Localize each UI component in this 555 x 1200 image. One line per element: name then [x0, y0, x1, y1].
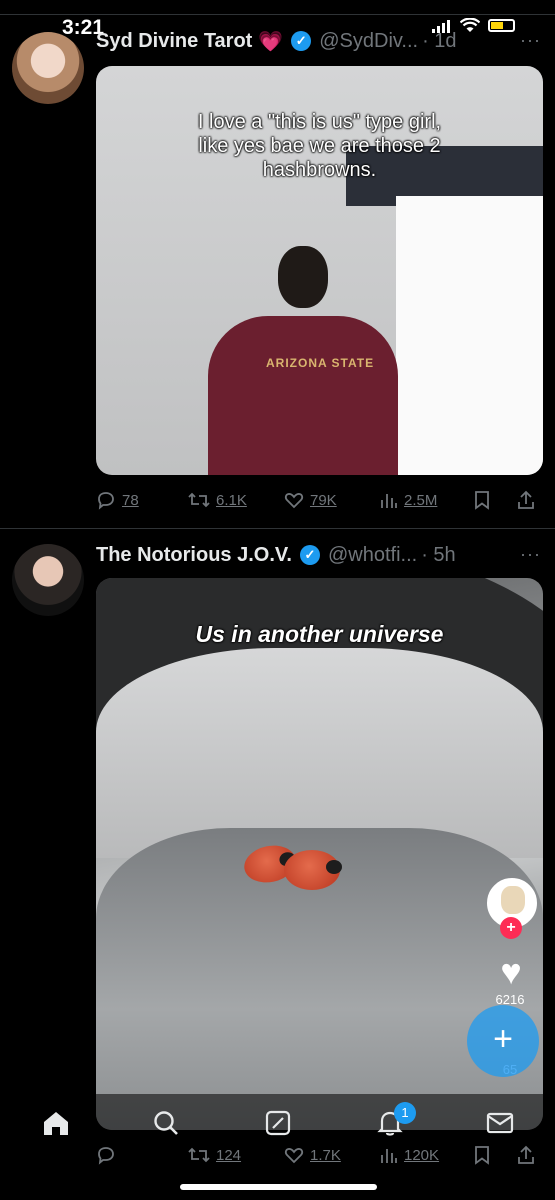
share-button[interactable]	[516, 1145, 542, 1165]
nav-messages[interactable]	[480, 1106, 520, 1140]
heart-icon	[284, 1148, 304, 1164]
reply-count: 78	[122, 491, 139, 509]
heart-emoji-icon: 💗	[258, 30, 284, 53]
grok-icon	[265, 1110, 291, 1136]
more-options-icon[interactable]: ···	[520, 30, 541, 51]
verified-badge-icon: ✓	[291, 31, 312, 51]
reply-button[interactable]: 78	[96, 490, 139, 510]
views-count: 120K	[404, 1146, 440, 1164]
compose-button[interactable]: +	[467, 1005, 539, 1077]
notification-badge: 1	[394, 1102, 416, 1124]
tweet-actions: 78 6.1K 79K 2.5M	[96, 486, 543, 514]
bookmark-button[interactable]	[474, 1145, 496, 1165]
media-window	[396, 196, 543, 475]
like-button[interactable]: 1.7K	[284, 1145, 341, 1165]
nav-grok[interactable]	[258, 1106, 298, 1140]
share-icon	[518, 490, 534, 509]
share-button[interactable]	[516, 490, 542, 510]
divider	[0, 14, 555, 15]
media-caption: Us in another universe	[195, 621, 444, 647]
tweet-header: The Notorious J.O.V. ✓ @whotfi... · 5h	[96, 540, 456, 570]
media-caption: I love a "this is us" type girl, like ye…	[197, 111, 442, 181]
tiktok-follow-icon: +	[500, 917, 522, 939]
avatar[interactable]	[12, 32, 84, 104]
views-count: 2.5M	[404, 491, 438, 509]
bookmark-icon	[475, 491, 489, 510]
nav-home[interactable]	[36, 1106, 76, 1140]
display-name[interactable]: The Notorious J.O.V.	[96, 544, 292, 567]
handle[interactable]: @whotfi...	[328, 544, 417, 567]
verified-badge-icon: ✓	[299, 545, 320, 565]
home-icon	[44, 1112, 68, 1135]
like-count: 79K	[310, 491, 337, 509]
views-icon	[381, 1149, 397, 1163]
heart-icon	[284, 493, 304, 509]
display-name[interactable]: Syd Divine Tarot	[96, 30, 252, 53]
tweet-actions: 124 1.7K 120K	[96, 1141, 543, 1169]
wifi-icon	[460, 18, 480, 32]
retweet-icon	[188, 492, 210, 508]
reply-icon	[98, 1147, 114, 1165]
bookmark-button[interactable]	[474, 490, 496, 510]
handle[interactable]: @SydDiv...	[319, 30, 418, 53]
retweet-button[interactable]: 6.1K	[188, 490, 247, 510]
share-icon	[518, 1145, 534, 1164]
retweet-button[interactable]: 124	[188, 1145, 241, 1165]
retweet-icon	[188, 1147, 210, 1163]
media-person: ARIZONA STATE	[208, 246, 398, 475]
avatar[interactable]	[12, 544, 84, 616]
divider	[0, 528, 555, 529]
like-count: 1.7K	[310, 1146, 341, 1164]
ladybug	[284, 850, 342, 890]
tweet-time: · 5h	[421, 543, 456, 566]
views-button[interactable]: 2.5M	[380, 491, 437, 509]
reply-button[interactable]	[96, 1145, 122, 1165]
more-options-icon[interactable]: ···	[520, 544, 541, 565]
tweet-header: Syd Divine Tarot 💗 ✓ @SydDiv... · 1d	[96, 26, 457, 56]
views-button[interactable]: 120K	[380, 1146, 439, 1164]
retweet-count: 6.1K	[216, 491, 247, 509]
bookmark-icon	[475, 1146, 489, 1165]
tweet-time: · 1d	[422, 29, 457, 52]
shirt-text: ARIZONA STATE	[266, 356, 375, 370]
reply-icon	[98, 492, 114, 510]
mail-icon	[486, 1112, 514, 1134]
home-indicator	[180, 1184, 377, 1190]
tweet-media[interactable]: ARIZONA STATE I love a "this is us" type…	[96, 66, 543, 475]
battery-icon	[488, 19, 515, 32]
like-button[interactable]: 79K	[284, 490, 337, 510]
nav-search[interactable]	[146, 1106, 186, 1140]
views-icon	[381, 494, 397, 508]
tiktok-heart-icon: ♥	[500, 951, 522, 992]
retweet-count: 124	[216, 1146, 242, 1164]
search-icon	[154, 1111, 178, 1135]
